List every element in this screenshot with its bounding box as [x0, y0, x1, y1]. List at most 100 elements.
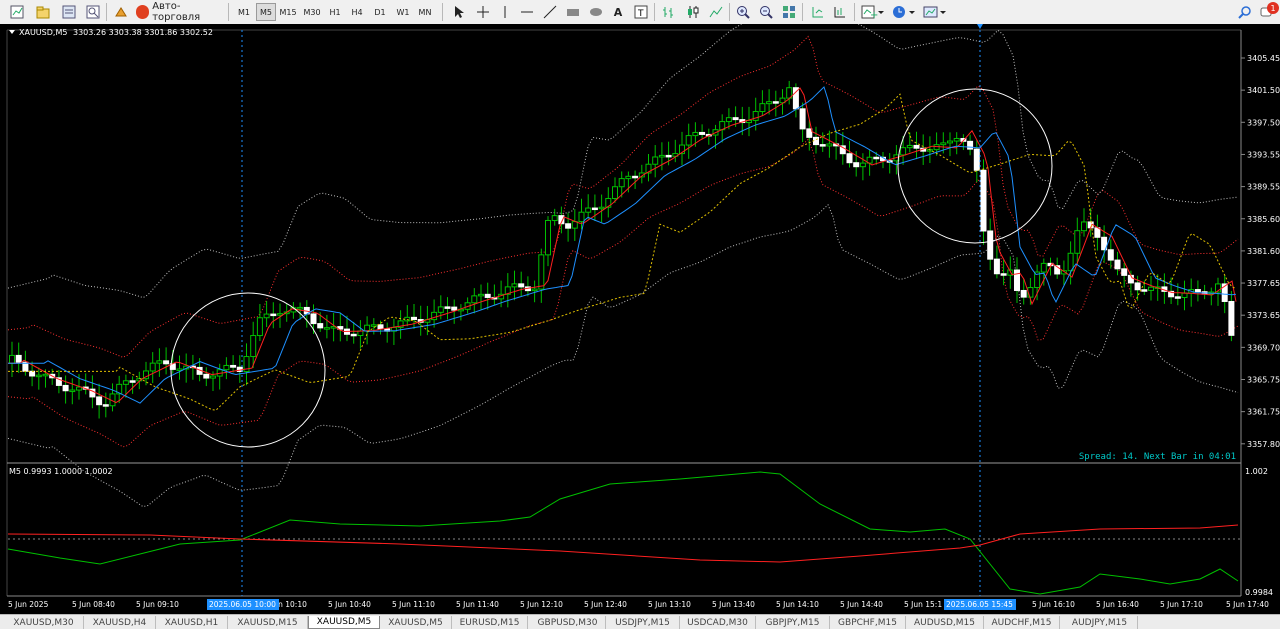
candle-body: [1094, 227, 1101, 238]
candle-body: [156, 360, 163, 364]
timeframe-m15[interactable]: M15: [278, 3, 298, 21]
candle-body: [973, 148, 980, 171]
zoom-out-icon[interactable]: [757, 3, 775, 21]
candle-body: [230, 364, 237, 368]
bar-chart-icon[interactable]: [660, 3, 678, 21]
candlestick-icon[interactable]: [684, 3, 702, 21]
chart-tab[interactable]: USDJPY,M15: [606, 616, 680, 629]
candle-body: [571, 221, 578, 229]
autotrading-icon: [136, 5, 150, 19]
periods-icon[interactable]: [891, 3, 917, 21]
timeframe-h4[interactable]: H4: [347, 3, 367, 21]
autoscroll-icon[interactable]: [830, 3, 848, 21]
chart-tab[interactable]: XAUUSD,M30: [4, 616, 84, 629]
navigator-icon[interactable]: [84, 3, 102, 21]
candle-body: [96, 396, 103, 406]
price-chart[interactable]: XAUUSD,M5 3303.26 3303.38 3301.86 3302.5…: [0, 24, 1280, 614]
chart-shift-icon[interactable]: [808, 3, 826, 21]
chart-window[interactable]: XAUUSD,M5 3303.26 3303.38 3301.86 3302.5…: [0, 24, 1280, 614]
time-axis-label: 5 Jun 08:40: [72, 600, 115, 609]
time-axis-label: 5 Jun 17:10: [1160, 600, 1203, 609]
label-icon[interactable]: T: [632, 3, 650, 21]
chart-tab[interactable]: XAUUSD,M5: [380, 616, 452, 629]
candle-body: [437, 306, 444, 313]
chart-tab[interactable]: XAUUSD,M15: [228, 616, 308, 629]
timeframe-mn[interactable]: MN: [415, 3, 435, 21]
chart-tab[interactable]: GBPJPY,M15: [756, 616, 830, 629]
candle-body: [913, 144, 920, 149]
cursor-icon[interactable]: [450, 3, 468, 21]
candle-body: [129, 380, 136, 383]
ellipse-icon[interactable]: [587, 3, 605, 21]
candle-body: [618, 178, 625, 188]
candle-body: [62, 384, 69, 392]
candle-body: [29, 370, 36, 377]
candle-body: [759, 103, 766, 113]
candle-body: [1040, 262, 1047, 273]
timeframe-w1[interactable]: W1: [393, 3, 413, 21]
line-chart-icon[interactable]: [707, 3, 725, 21]
candle-body: [350, 333, 357, 337]
chart-tab[interactable]: AUDUSD,M15: [906, 616, 984, 629]
chart-tab[interactable]: GBPCHF,M15: [830, 616, 906, 629]
autotrading-button[interactable]: Авто-торговля: [136, 1, 224, 23]
candle-body: [357, 330, 364, 337]
candle-body: [277, 313, 283, 316]
candle-body: [1020, 289, 1027, 298]
strategy-tester-icon[interactable]: [112, 3, 130, 21]
timeframe-h1[interactable]: H1: [325, 3, 345, 21]
time-axis-label: 5 Jun 16:10: [1032, 600, 1075, 609]
time-axis-label: 5 Jun 2025: [8, 600, 49, 609]
market-watch-icon[interactable]: [60, 3, 78, 21]
profiles-icon[interactable]: [34, 3, 52, 21]
candle-body: [772, 101, 779, 104]
zoom-in-icon[interactable]: [734, 3, 752, 21]
candle-body: [1121, 268, 1128, 276]
timeframe-m1[interactable]: M1: [234, 3, 254, 21]
chart-tab[interactable]: USDCAD,M30: [680, 616, 756, 629]
toolbar: Авто-торговля M1 M5 M15 M30 H1 H4 D1 W1 …: [0, 0, 1280, 25]
timeframe-d1[interactable]: D1: [370, 3, 390, 21]
candle-body: [766, 101, 773, 105]
candle-body: [203, 373, 210, 379]
candle-body: [933, 144, 940, 151]
candle-body: [1174, 296, 1181, 299]
tile-windows-icon[interactable]: [780, 3, 798, 21]
time-axis-label: 5 Jun 10:40: [328, 600, 371, 609]
trend-line-icon[interactable]: [541, 3, 559, 21]
candle-body: [250, 335, 257, 358]
templates-icon[interactable]: [922, 3, 948, 21]
search-icon[interactable]: [1236, 3, 1254, 21]
vertical-line-icon[interactable]: [496, 3, 514, 21]
chart-tab[interactable]: AUDJPY,M15: [1062, 616, 1138, 629]
candle-body: [1000, 273, 1007, 276]
chart-tabs: XAUUSD,M30 XAUUSD,H4 XAUUSD,H1 XAUUSD,M15 XA…: [0, 614, 1280, 629]
price-tick-label: 3405.45: [1247, 54, 1280, 63]
text-icon[interactable]: A: [609, 3, 627, 21]
chart-tab[interactable]: XAUUSD,M5: [308, 616, 380, 629]
time-highlight-label: 2025.06.05 15:45: [946, 600, 1013, 609]
chart-tab[interactable]: XAUUSD,H1: [156, 616, 228, 629]
crosshair-icon[interactable]: [474, 3, 492, 21]
chart-tab[interactable]: GBPUSD,M30: [530, 616, 606, 629]
candle-body: [846, 153, 853, 164]
horizontal-line-icon[interactable]: [518, 3, 536, 21]
indicators-icon[interactable]: +: [860, 3, 886, 21]
candle-body: [900, 147, 907, 156]
timeframe-m5[interactable]: M5: [256, 3, 276, 21]
new-chart-icon[interactable]: [8, 3, 26, 21]
candle-body: [859, 162, 866, 168]
chart-tab[interactable]: AUDCHF,M15: [984, 616, 1060, 629]
time-axis-label: 5 Jun 16:40: [1096, 600, 1139, 609]
candle-body: [873, 156, 880, 160]
indicator-axis-bottom: 0.9984: [1245, 588, 1273, 597]
timeframe-m30[interactable]: M30: [302, 3, 322, 21]
time-axis-label: 5 Jun 12:10: [520, 600, 563, 609]
svg-text:+: +: [870, 10, 878, 19]
candle-body: [1194, 289, 1201, 293]
candle-body: [732, 117, 739, 121]
candle-body: [699, 131, 706, 135]
rectangle-icon[interactable]: [564, 3, 582, 21]
chart-tab[interactable]: XAUUSD,H4: [84, 616, 156, 629]
chart-tab[interactable]: EURUSD,M15: [452, 616, 528, 629]
